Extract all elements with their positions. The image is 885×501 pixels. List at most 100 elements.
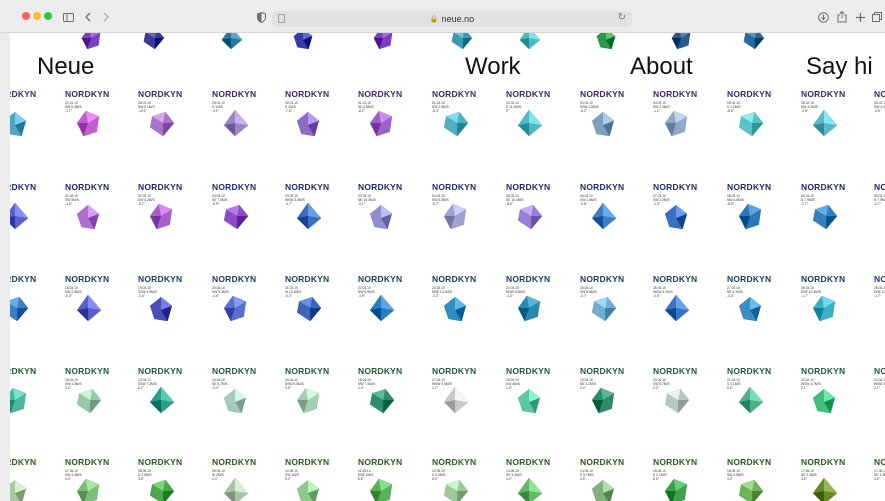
gem-card[interactable]: NORDKYN 02.02.10 E 11.3M/S 0° <box>506 90 564 150</box>
gem-card[interactable]: NORDKYN 06.03.10 SW 1.5M/S -0.8° <box>580 183 638 243</box>
gem-icon <box>369 478 393 501</box>
gem-card[interactable]: NORDKYN31.02.10 SW 5M/S -4.5° <box>10 183 50 243</box>
gem-card[interactable]: NORDKYN17.05.10 SE 4.3M/S 4.5° <box>801 458 859 501</box>
gem-icon <box>76 388 101 413</box>
card-title: NORDKYN <box>285 89 330 99</box>
address-bar[interactable]: 🔒 neue.no ↻ <box>272 11 632 27</box>
card-title: NORDKYN <box>580 457 625 467</box>
gem-icon <box>517 204 542 229</box>
card-title: NORDKYN <box>285 457 330 467</box>
sidebar-toggle-icon[interactable] <box>62 9 74 25</box>
gem-card[interactable]: NORDKYN 13.04.10 SSW 7.3M/S 6.2° <box>138 367 196 427</box>
gem-card[interactable]: NORDKYN 15.05.10 S 2.7M/S 5.5° <box>653 458 711 501</box>
gem-card[interactable]: NORDKYN15.04.10 SW 4.3M/S 3.3° <box>10 367 50 427</box>
gem-card[interactable]: NORDKYN07.05.10 SW 4.3M/S 4.4° <box>65 458 123 501</box>
gem-card[interactable]: NORDKYN 19.03.10 SSW 4.9M/S -0.4° <box>138 275 196 335</box>
gem-card[interactable]: NORDKYN 10.05.10 SW 1M/S 5.2° <box>285 458 343 501</box>
gem-card[interactable]: NORDKYN 03.02.10 SSW 1.8M/S -8.2° <box>580 90 638 150</box>
gem-card[interactable]: NORDKYN07.05.10 SW 4.3M/S 4.4° <box>10 458 50 501</box>
gem-card[interactable]: NORDKYN 15.04.10 SSW 5.5M/S 3.5° <box>285 367 343 427</box>
gem-card[interactable]: NORDKYN 04.02.10 SW 2.3M/S -1.1° <box>653 90 711 150</box>
card-title: NORDKYN <box>10 366 37 376</box>
gem-card[interactable]: NORDKYN 24.03.10 NNW 9.3M/S -1.3° <box>506 275 564 335</box>
gem-card[interactable]: NORDKYN22.04.10 WSW 4.7M/S 2.1° <box>874 367 885 427</box>
card-title: NORDKYN <box>138 182 183 192</box>
gem-card[interactable]: NORDKYN 08.03.10 NW 4.5M/S -8.2° <box>727 183 785 243</box>
privacy-shield-icon[interactable] <box>256 9 266 25</box>
gem-card[interactable]: NORDKYN 21.03.10 W 10.3M/S -0.4° <box>285 275 343 335</box>
gem-card[interactable]: NORDKYN 26.03.10 WSW 9.1M/S -2.6° <box>653 275 711 335</box>
gem-card[interactable]: NORDKYN 08.05.10 S 3.5M/S 3.6° <box>138 458 196 501</box>
maximize-window-button[interactable] <box>44 12 52 20</box>
gem-card[interactable]: NORDKYN09.03.10 N 7.9M/S -2.7° <box>801 183 859 243</box>
nav-about-link[interactable]: About <box>630 53 693 81</box>
gem-icon <box>296 296 321 321</box>
gem-card[interactable]: NORDKYN 28.01.10 S 1M/S -9.1° <box>212 90 270 150</box>
gem-card[interactable]: NORDKYN 23.03.10 NNE 10.2M/S -0.3° <box>432 275 490 335</box>
gem-card[interactable]: NORDKYN 03.03.10 NE 10.3M/S -9.1° <box>358 183 416 243</box>
downloads-icon[interactable] <box>817 9 829 25</box>
gem-card[interactable]: NORDKYN28.03.10 ENE 10.3M/S -1.7° <box>874 275 885 335</box>
gem-card[interactable]: NORDKYN 28.01.10 SW 5.1M/S -10.2° <box>138 90 196 150</box>
gem-card[interactable]: NORDKYN 14.05.10 E 5.7M/S 4.5° <box>580 458 638 501</box>
gem-card[interactable]: NORDKYN 17.04.10 WSW 5.5M/S 1.7° <box>432 367 490 427</box>
gem-card[interactable]: NORDKYN28.03.10 ENE 10.3M/S -1.7° <box>801 275 859 335</box>
gem-card[interactable]: NORDKYN 02.03.10 SW 3.2M/S -8.7° <box>138 183 196 243</box>
gem-card[interactable]: NORDKYN 03.03.10 WSW 3.3M/S -4.7° <box>285 183 343 243</box>
gem-card[interactable]: NORDKYN09.03.10 N 7.9M/S -2.7° <box>874 183 885 243</box>
gem-card[interactable]: NORDKYN06.02.10 NW 4.2M/S -0.5° <box>874 90 885 150</box>
gem-icon <box>369 388 394 413</box>
gem-card[interactable]: NORDKYN 22.03.10 NW 9.9M/S -1.9° <box>358 275 416 335</box>
gem-card[interactable]: NORDKYN 03.03.10 SE 7.3M/S -8.9° <box>212 183 270 243</box>
gem-card[interactable]: NORDKYN 20.03.10 SW 5.3M/S -4.6° <box>212 275 270 335</box>
gem-card[interactable]: NORDKYN 30.01.10 S 1M/S -7.6° <box>285 90 343 150</box>
gem-card[interactable]: NORDKYN 31.01.10 SE 6.8M/S -8.2° <box>358 90 416 150</box>
gem-card[interactable]: NORDKYN 18.04.10 SW 4M/S 1.5° <box>506 367 564 427</box>
gem-card[interactable]: NORDKYN 16.04.10 SE 5.7M/S -0.4° <box>212 367 270 427</box>
gem-card[interactable]: NORDKYN06.02.10 NW 4.2M/S -0.5° <box>801 90 859 150</box>
gem-card[interactable]: NORDKYN15.04.10 SW 4.3M/S 3.3° <box>65 367 123 427</box>
nav-work-link[interactable]: Work <box>465 53 521 81</box>
gem-card[interactable]: NORDKYN 05.03.10 SE 10.4M/S -8.6° <box>506 183 564 243</box>
share-icon[interactable] <box>836 9 848 25</box>
gem-card[interactable]: NORDKYN 07.03.10 SW 3.3M/S -1.3° <box>653 183 711 243</box>
gem-card[interactable]: NORDKYN 21.04.10 S 4.1M/S 5.3° <box>727 367 785 427</box>
gem-card[interactable]: NORDKYN16.03.10 SW 2.3M/S -0.2° <box>65 275 123 335</box>
gem-icon <box>743 33 764 49</box>
gem-icon <box>223 204 248 229</box>
forward-arrow-icon[interactable] <box>102 9 110 25</box>
gem-card[interactable]: NORDKYN 25.03.10 SW 5.5M/S -2.7° <box>580 275 638 335</box>
gem-card[interactable]: NORDKYN 16.04.10 NW 7.4M/S 1.4° <box>358 367 416 427</box>
gem-card[interactable]: NORDKYN17.05.10 SE 4.3M/S 4.5° <box>874 458 885 501</box>
nav-sayhi-link[interactable]: Say hi <box>806 53 873 81</box>
gem-card[interactable]: NORDKYN 09.05.10 W 2M/S 4.3° <box>212 458 270 501</box>
card-title: NORDKYN <box>874 89 885 99</box>
close-window-button[interactable] <box>22 12 30 20</box>
card-title: NORDKYN <box>506 366 551 376</box>
gem-card[interactable]: NORDKYN 16.05.10 SW 4.5M/S 3.2° <box>727 458 785 501</box>
gem-card[interactable]: NORDKYN 12.05.10 S 5.3M/S 6.9° <box>432 458 490 501</box>
gem-card[interactable]: NORDKYN 05.02.10 S 1.2M/S -8.6° <box>727 90 785 150</box>
tab-overview-icon[interactable] <box>872 9 882 25</box>
gem-card[interactable]: NORDKYN 04.03.10 SW 6.3M/S -5.7° <box>432 183 490 243</box>
gem-card[interactable]: NORDKYN16.03.10 SW 2.3M/S -0.2° <box>10 275 50 335</box>
gem-card[interactable]: NORDKYN 11.05.10 ENE 1M/S 6.8° <box>358 458 416 501</box>
brand-logo[interactable]: Neue <box>37 53 94 81</box>
gem-card[interactable]: NORDKYN 01.02.10 SW 2.5M/S -8.3° <box>432 90 490 150</box>
gem-card[interactable]: NORDKYN 19.04.10 NE 3.2M/S 2.4° <box>580 367 638 427</box>
gem-card[interactable]: NORDKYN31.02.10 SW 5M/S -4.5° <box>65 183 123 243</box>
gem-card[interactable]: NORDKYN 20.04.10 SW 6.7M/S 2.3° <box>653 367 711 427</box>
reload-icon[interactable]: ↻ <box>618 12 626 23</box>
minimize-window-button[interactable] <box>33 12 41 20</box>
gem-card[interactable]: NORDKYN21.01.10 SW 0.3M/S -1.7° <box>65 90 123 150</box>
gem-icon <box>223 478 248 501</box>
back-arrow-icon[interactable] <box>84 9 92 25</box>
gem-card[interactable]: NORDKYN 27.03.10 NE 5.1M/S -3.3° <box>727 275 785 335</box>
new-tab-plus-icon[interactable] <box>855 9 865 25</box>
card-title: NORDKYN <box>358 366 403 376</box>
gem-card[interactable]: NORDKYN 13.05.10 SE 3.3M/S 4.4° <box>506 458 564 501</box>
gem-card[interactable]: NORDKYN21.01.10 SW 0.3M/S -1.7° <box>10 90 50 150</box>
gem-card[interactable]: NORDKYN22.04.10 WSW 4.7M/S 2.1° <box>801 367 859 427</box>
gem-icon <box>517 478 542 501</box>
gem-icon <box>664 388 689 413</box>
